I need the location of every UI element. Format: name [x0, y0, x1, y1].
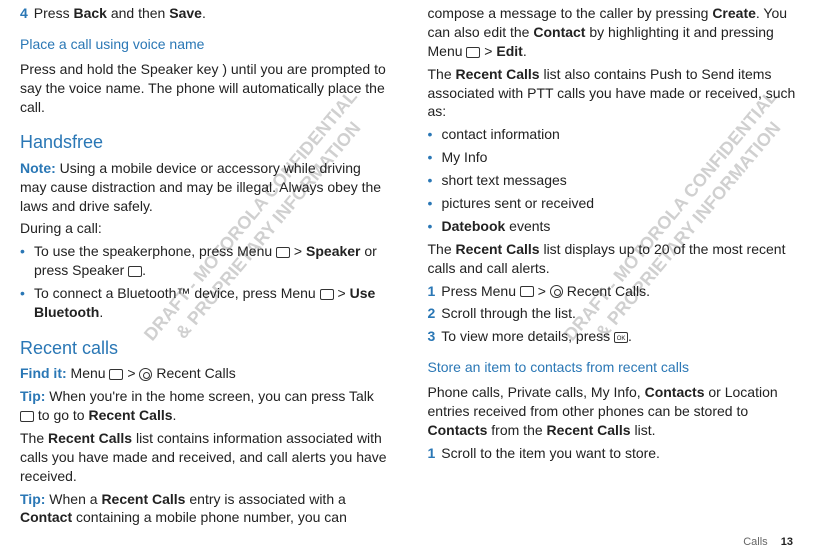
step-4: 4Press Back and then Save.	[20, 4, 390, 23]
talk-key-icon	[20, 411, 34, 422]
voice-name-paragraph: Press and hold the Speaker key ) until y…	[20, 60, 390, 117]
find-it-line: Find it: Menu > Recent Calls	[20, 364, 390, 383]
menu-icon	[466, 47, 480, 58]
heading-handsfree: Handsfree	[20, 130, 390, 154]
tip-label: Tip:	[20, 491, 45, 507]
step-number: 3	[428, 328, 436, 344]
handsfree-bullets: To use the speakerphone, press Menu > Sp…	[20, 242, 390, 322]
list-item: My Info	[428, 148, 798, 167]
tip-1: Tip: When you're in the home screen, you…	[20, 387, 390, 425]
left-column: 4Press Back and then Save. Place a call …	[20, 0, 390, 531]
bullet-speaker: To use the speakerphone, press Menu > Sp…	[20, 242, 390, 280]
recent-calls-icon	[139, 368, 152, 381]
recent-20-paragraph: The Recent Calls list displays up to 20 …	[428, 240, 798, 278]
page-number: 13	[781, 536, 793, 548]
recent-calls-desc: The Recent Calls list contains informati…	[20, 429, 390, 486]
compose-paragraph: compose a message to the caller by press…	[428, 4, 798, 61]
note-paragraph: Note: Using a mobile device or accessory…	[20, 159, 390, 216]
bullet-bluetooth: To connect a Bluetooth™ device, press Me…	[20, 284, 390, 322]
list-item: contact information	[428, 125, 798, 144]
menu-icon	[320, 289, 334, 300]
step-number: 1	[428, 283, 436, 299]
right-column: compose a message to the caller by press…	[428, 0, 798, 531]
heading-voice-name: Place a call using voice name	[20, 35, 390, 54]
step-2: 2Scroll through the list.	[428, 304, 798, 323]
step-number: 4	[20, 5, 28, 21]
list-item: pictures sent or received	[428, 194, 798, 213]
step-number: 2	[428, 305, 436, 321]
store-paragraph: Phone calls, Private calls, My Info, Con…	[428, 383, 798, 440]
step-3: 3To view more details, press .	[428, 327, 798, 346]
speaker-key-icon	[128, 266, 142, 277]
page-footer: Calls 13	[743, 536, 793, 548]
footer-section: Calls	[743, 536, 767, 548]
menu-icon	[520, 286, 534, 297]
heading-recent-calls: Recent calls	[20, 336, 390, 360]
store-step-1: 1Scroll to the item you want to store.	[428, 444, 798, 463]
tip-2: Tip: When a Recent Calls entry is associ…	[20, 490, 390, 528]
recent-calls-icon	[550, 285, 563, 298]
tip-label: Tip:	[20, 388, 45, 404]
list-item: Datebook events	[428, 217, 798, 236]
recent-ptt-paragraph: The Recent Calls list also contains Push…	[428, 65, 798, 122]
find-it-label: Find it:	[20, 365, 67, 381]
menu-icon	[276, 247, 290, 258]
step-1: 1Press Menu > Recent Calls.	[428, 282, 798, 301]
menu-icon	[109, 369, 123, 380]
during-call-label: During a call:	[20, 219, 390, 238]
ok-key-icon	[614, 332, 628, 343]
note-label: Note:	[20, 160, 56, 176]
heading-store-item: Store an item to contacts from recent ca…	[428, 358, 798, 377]
step-number: 1	[428, 445, 436, 461]
ptt-items-list: contact information My Info short text m…	[428, 125, 798, 235]
list-item: short text messages	[428, 171, 798, 190]
